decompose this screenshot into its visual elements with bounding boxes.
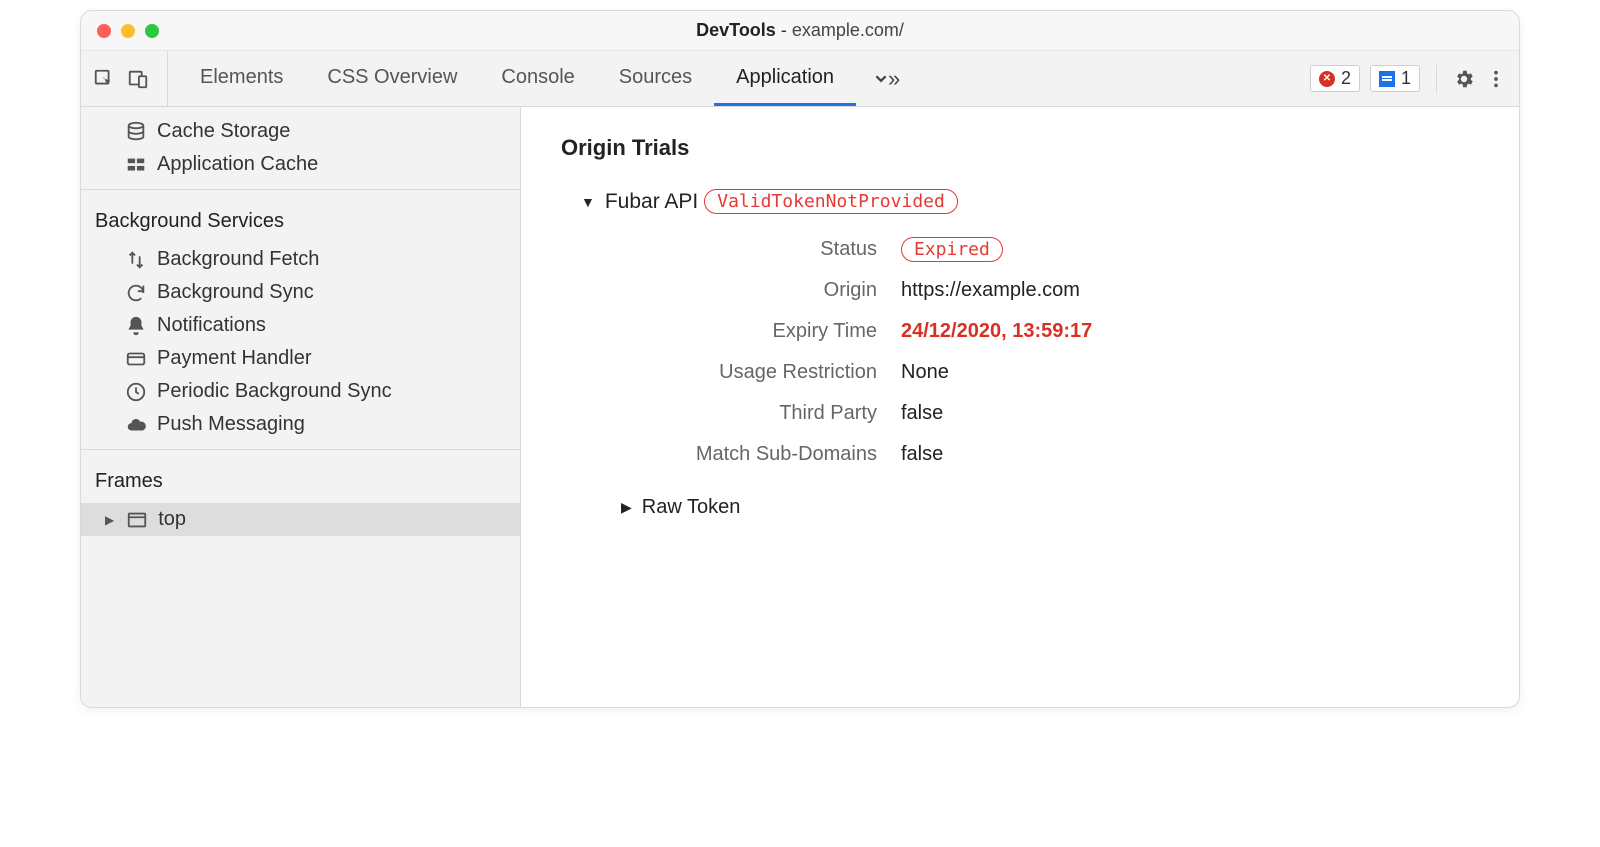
tab-elements[interactable]: Elements <box>178 51 305 106</box>
tab-sources[interactable]: Sources <box>597 51 714 106</box>
tab-css-overview[interactable]: CSS Overview <box>305 51 479 106</box>
message-icon <box>1379 71 1395 87</box>
sidebar-item-cache-storage[interactable]: Cache Storage <box>81 115 520 148</box>
tab-console[interactable]: Console <box>479 51 596 106</box>
credit-card-icon <box>125 348 147 370</box>
trial-status-badge: ValidTokenNotProvided <box>704 189 958 214</box>
raw-token-toggle[interactable]: ▶ Raw Token <box>621 496 1479 519</box>
sidebar-item-label: Background Sync <box>157 281 314 304</box>
sidebar-item-application-cache[interactable]: Application Cache <box>81 148 520 181</box>
minimize-window-button[interactable] <box>121 24 135 38</box>
window-controls <box>97 24 159 38</box>
section-title: Origin Trials <box>561 135 1479 161</box>
separator <box>1436 65 1437 93</box>
label-third-party: Third Party <box>641 402 901 425</box>
sidebar-item-background-fetch[interactable]: Background Fetch <box>81 243 520 276</box>
error-icon <box>1319 71 1335 87</box>
toolbar: Elements CSS Overview Console Sources Ap… <box>81 51 1519 107</box>
close-window-button[interactable] <box>97 24 111 38</box>
application-sidebar: Cache Storage Application Cache Backgrou… <box>81 107 521 707</box>
devtools-window: DevTools - example.com/ Elements CSS Ove… <box>80 10 1520 708</box>
toolbar-right: 2 1 <box>1310 51 1507 106</box>
device-toggle-icon[interactable] <box>127 68 149 90</box>
sidebar-item-label: Cache Storage <box>157 120 290 143</box>
label-match-subdomains: Match Sub-Domains <box>641 443 901 466</box>
settings-icon[interactable] <box>1453 68 1475 90</box>
sidebar-item-background-sync[interactable]: Background Sync <box>81 276 520 309</box>
value-usage-restriction: None <box>901 361 1479 384</box>
database-icon <box>125 121 147 143</box>
label-origin: Origin <box>641 279 901 302</box>
sidebar-item-label: Payment Handler <box>157 347 312 370</box>
trial-name: Fubar API <box>605 190 698 214</box>
chevron-down-icon: ▼ <box>581 194 595 210</box>
sidebar-item-payment-handler[interactable]: Payment Handler <box>81 342 520 375</box>
trial-header[interactable]: ▼ Fubar API ValidTokenNotProvided <box>581 189 1479 214</box>
sidebar-item-notifications[interactable]: Notifications <box>81 309 520 342</box>
inspect-element-icon[interactable] <box>93 68 115 90</box>
clock-icon <box>125 381 147 403</box>
sidebar-heading: Frames <box>81 458 520 503</box>
bell-icon <box>125 315 147 337</box>
tab-application[interactable]: Application <box>714 51 856 106</box>
label-status: Status <box>641 238 901 261</box>
sidebar-item-push-messaging[interactable]: Push Messaging <box>81 408 520 441</box>
sidebar-item-label: Application Cache <box>157 153 318 176</box>
window-title-url: example.com/ <box>792 20 904 40</box>
sidebar-section-background-services: Background Services Background Fetch Bac… <box>81 190 520 450</box>
label-expiry: Expiry Time <box>641 320 901 343</box>
value-expiry: 24/12/2020, 13:59:17 <box>901 320 1479 343</box>
sidebar-heading: Background Services <box>81 198 520 243</box>
maximize-window-button[interactable] <box>145 24 159 38</box>
kebab-menu-icon[interactable] <box>1485 68 1507 90</box>
sidebar-item-periodic-background-sync[interactable]: Periodic Background Sync <box>81 375 520 408</box>
raw-token-label: Raw Token <box>642 496 741 519</box>
cloud-icon <box>125 414 147 436</box>
grid-icon <box>125 154 147 176</box>
value-status: Expired <box>901 238 1479 261</box>
chevron-right-icon: ▶ <box>105 513 114 527</box>
sidebar-section-frames: Frames ▶ top <box>81 450 520 544</box>
value-origin: https://example.com <box>901 279 1479 302</box>
content-pane: Origin Trials ▼ Fubar API ValidTokenNotP… <box>521 107 1519 707</box>
sync-icon <box>125 282 147 304</box>
value-third-party: false <box>901 402 1479 425</box>
window-icon <box>126 509 148 531</box>
panel-tabs: Elements CSS Overview Console Sources Ap… <box>178 51 1310 106</box>
messages-chip[interactable]: 1 <box>1370 65 1420 92</box>
label-usage-restriction: Usage Restriction <box>641 361 901 384</box>
sidebar-item-label: Background Fetch <box>157 248 319 271</box>
transfer-icon <box>125 249 147 271</box>
errors-chip[interactable]: 2 <box>1310 65 1360 92</box>
window-title: DevTools - example.com/ <box>696 20 904 41</box>
panel-body: Cache Storage Application Cache Backgrou… <box>81 107 1519 707</box>
more-tabs-button[interactable]: » <box>856 51 914 106</box>
sidebar-item-frame-top[interactable]: ▶ top <box>81 503 520 536</box>
value-match-subdomains: false <box>901 443 1479 466</box>
sidebar-item-label: Periodic Background Sync <box>157 380 392 403</box>
sidebar-item-label: top <box>158 508 186 531</box>
trial-details: Status Expired Origin https://example.co… <box>641 238 1479 466</box>
errors-count: 2 <box>1341 68 1351 89</box>
titlebar: DevTools - example.com/ <box>81 11 1519 51</box>
window-title-app: DevTools <box>696 20 776 40</box>
sidebar-section-cache: Cache Storage Application Cache <box>81 107 520 190</box>
sidebar-item-label: Notifications <box>157 314 266 337</box>
messages-count: 1 <box>1401 68 1411 89</box>
sidebar-item-label: Push Messaging <box>157 413 305 436</box>
chevron-right-icon: ▶ <box>621 499 632 516</box>
